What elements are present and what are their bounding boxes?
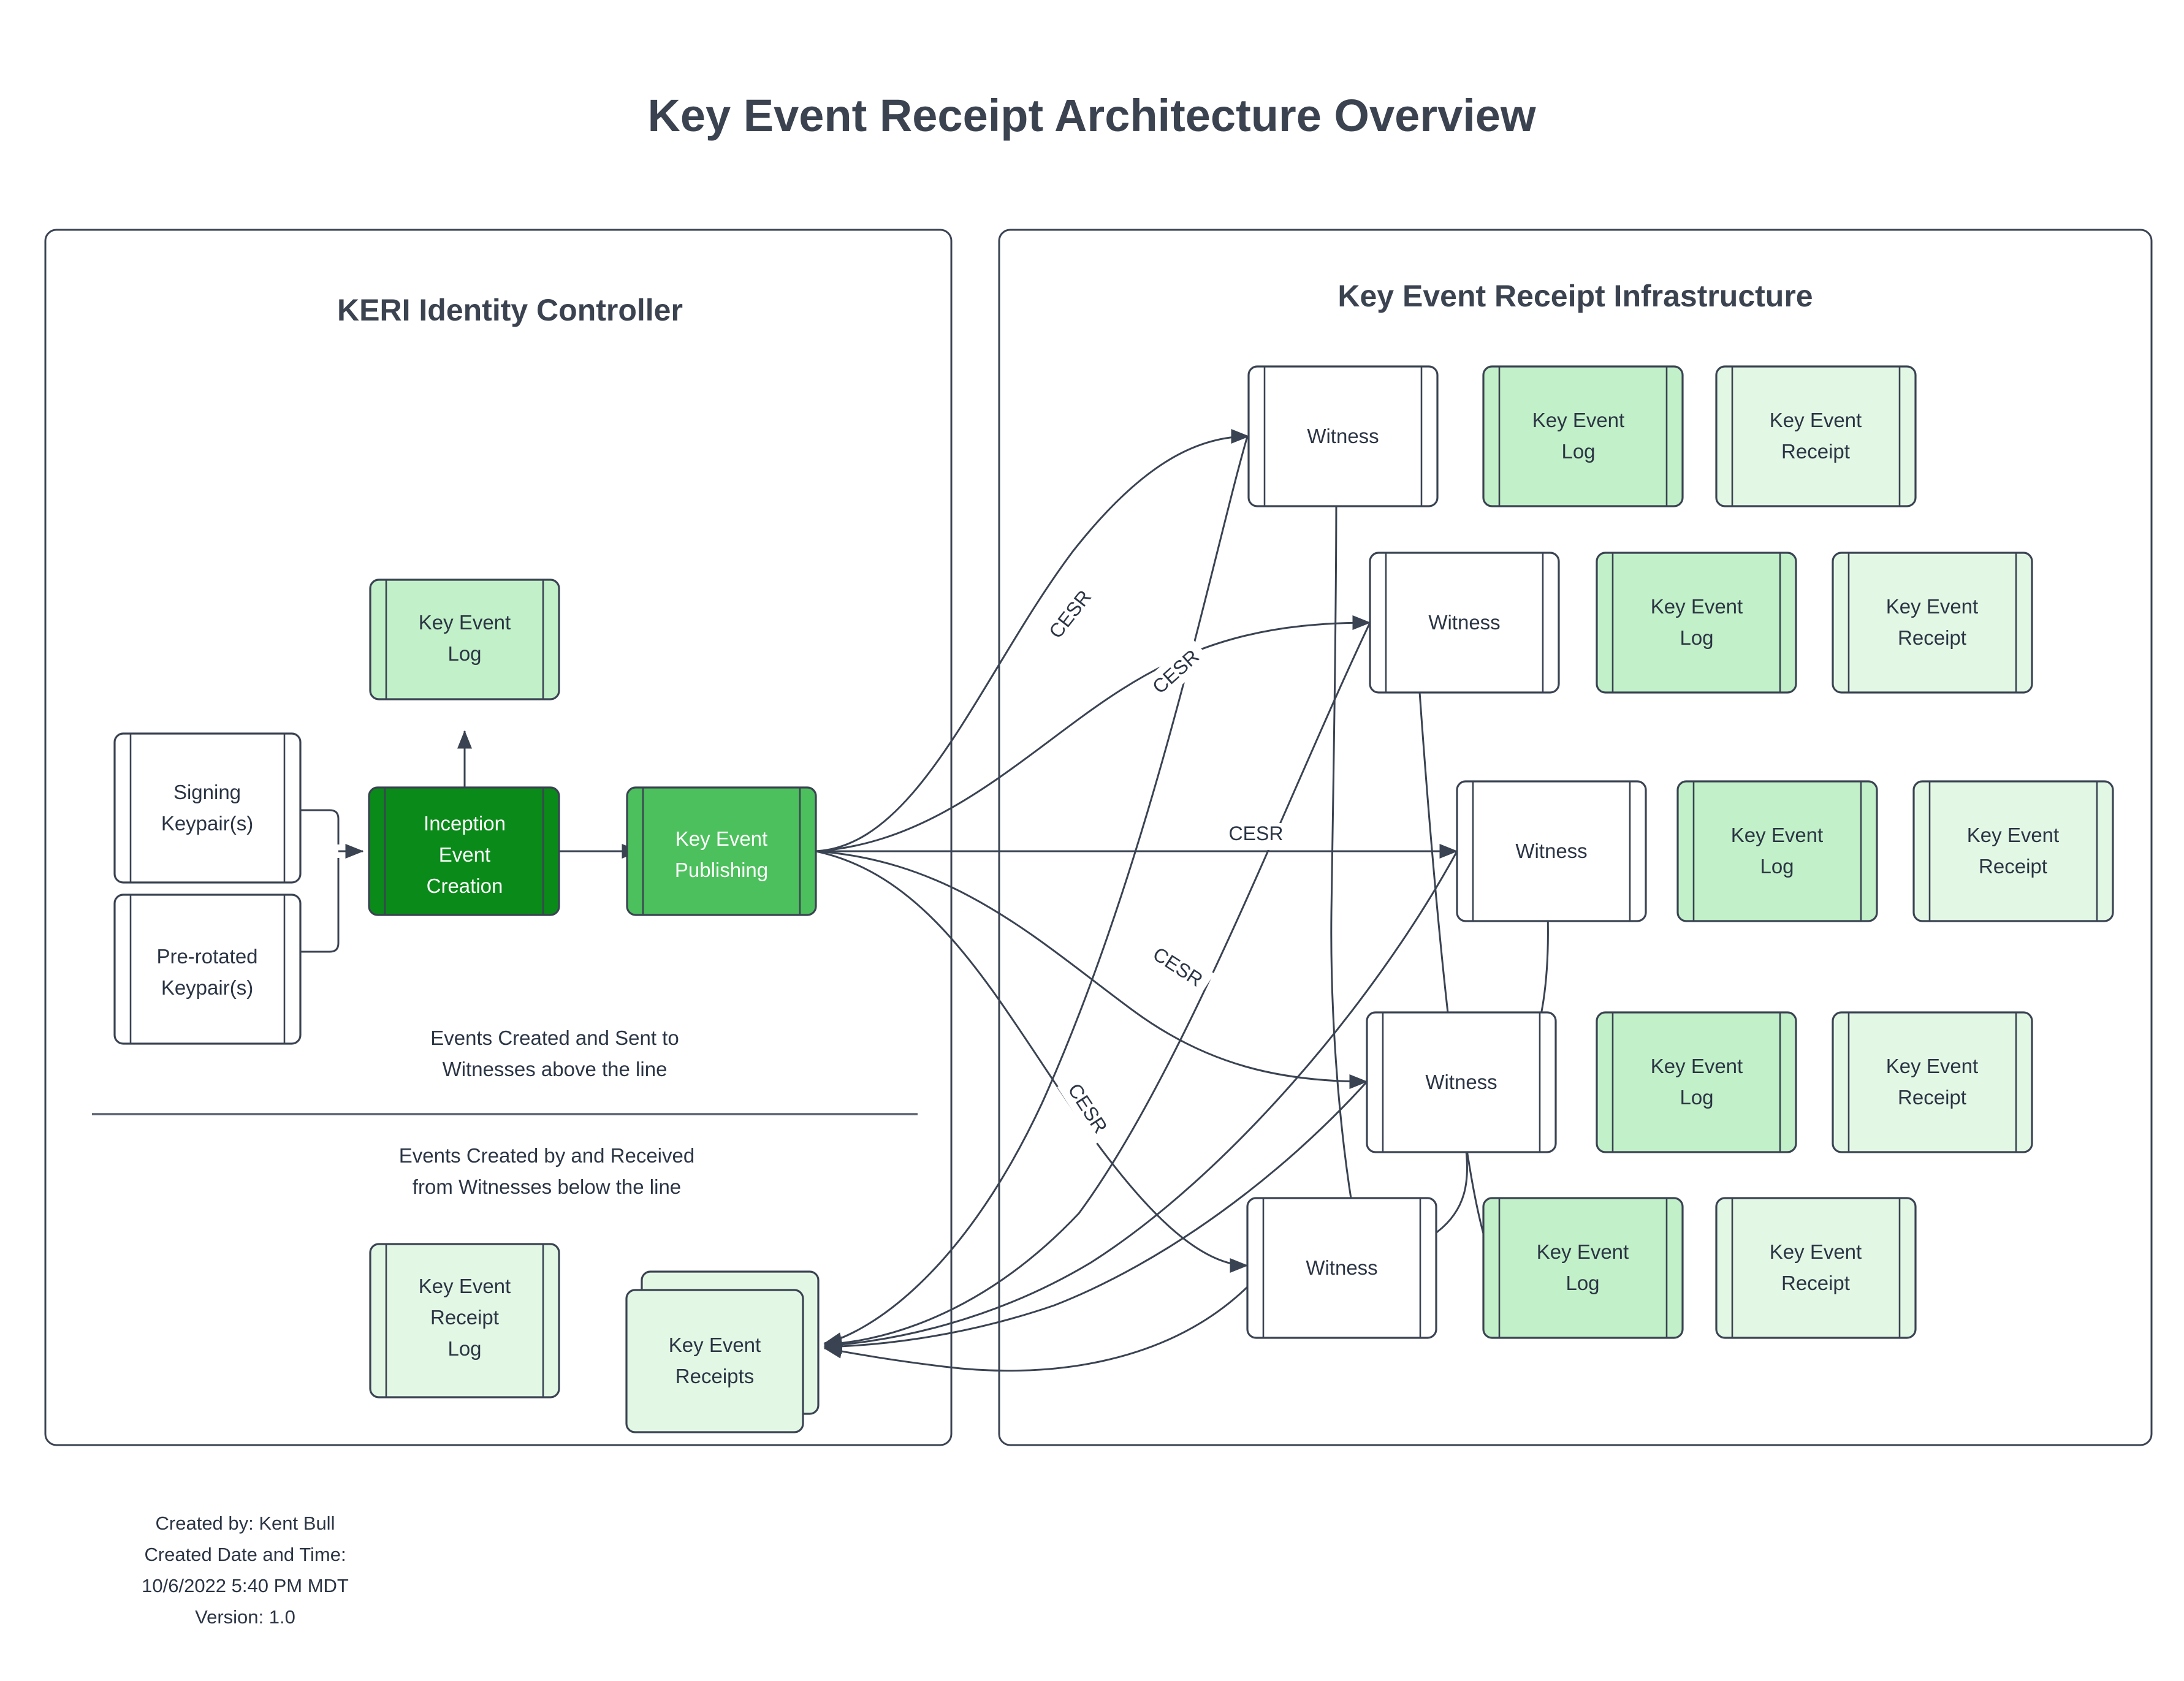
witness-row-1: Witness Key Event Log Key Event Receipt <box>1247 365 1917 507</box>
witness-row-2: Witness Key Event Log Key Event Receipt <box>1369 552 2033 694</box>
node-label-line2: Receipt <box>430 1306 499 1329</box>
node-label-witness: Witness <box>1306 1256 1377 1279</box>
node-label-line2: Receipt <box>1898 626 1966 649</box>
node-label-line2: Log <box>1566 1272 1599 1294</box>
note-above-line-1: Events Created and Sent to <box>430 1026 679 1049</box>
node-label-line1: Key Event <box>1770 1240 1862 1263</box>
note-below-line-2: from Witnesses below the line <box>413 1175 681 1198</box>
node-witness-2[interactable]: Witness <box>1369 552 1560 694</box>
node-ker-3[interactable]: Key Event Receipt <box>1912 780 2114 922</box>
node-label-line1: Signing <box>173 781 241 803</box>
footer-author: Created by: Kent Bull <box>156 1512 335 1534</box>
node-label-line2: Log <box>1680 1086 1713 1109</box>
page-title: Key Event Receipt Architecture Overview <box>647 90 1536 141</box>
node-inception-event-creation[interactable]: Inception Event Creation <box>368 786 560 916</box>
node-kel-1[interactable]: Key Event Log <box>1482 365 1684 507</box>
node-label-line1: Key Event <box>1651 1055 1743 1077</box>
node-label-line1: Key Event <box>1886 595 1978 618</box>
node-ker-4[interactable]: Key Event Receipt <box>1832 1011 2033 1153</box>
node-prerotated-keypair[interactable]: Pre-rotated Keypair(s) <box>113 894 302 1045</box>
note-above-line-2: Witnesses above the line <box>443 1058 668 1080</box>
node-label-line1: Key Event <box>1967 824 2059 846</box>
node-kel-4[interactable]: Key Event Log <box>1596 1011 1797 1153</box>
node-label-line1: Key Event <box>1651 595 1743 618</box>
witness-row-3: Witness Key Event Log Key Event Receipt <box>1456 780 2114 922</box>
node-ker-2[interactable]: Key Event Receipt <box>1832 552 2033 694</box>
node-label-line2: Log <box>1680 626 1713 649</box>
footer-created-label: Created Date and Time: <box>144 1544 346 1565</box>
node-witness-5[interactable]: Witness <box>1246 1197 1437 1339</box>
footer-version: Version: 1.0 <box>195 1606 295 1628</box>
witness-row-5: Witness Key Event Log Key Event Receipt <box>1246 1197 1917 1339</box>
node-label-witness: Witness <box>1307 425 1379 447</box>
node-label-line1: Key Event <box>669 1334 761 1356</box>
witness-row-4: Witness Key Event Log Key Event Receipt <box>1366 1011 2033 1153</box>
footer-created-datetime: 10/6/2022 5:40 PM MDT <box>142 1575 349 1596</box>
node-ker-1[interactable]: Key Event Receipt <box>1715 365 1917 507</box>
node-label-line1: Key Event <box>1532 409 1624 431</box>
panel-left-title: KERI Identity Controller <box>337 293 683 327</box>
node-ker-5[interactable]: Key Event Receipt <box>1715 1197 1917 1339</box>
note-below-line-1: Events Created by and Received <box>399 1144 694 1167</box>
node-label-line2: Keypair(s) <box>161 812 253 835</box>
node-label-line2: Receipts <box>675 1365 754 1387</box>
node-key-event-publishing[interactable]: Key Event Publishing <box>626 786 817 916</box>
node-label-line3: Log <box>447 1337 481 1360</box>
node-witness-4[interactable]: Witness <box>1366 1011 1557 1153</box>
node-label-line1: Key Event <box>1770 409 1862 431</box>
node-label-line2: Receipt <box>1979 855 2047 878</box>
node-kel-2[interactable]: Key Event Log <box>1596 552 1797 694</box>
node-key-event-log-controller[interactable]: Key Event Log <box>369 579 560 700</box>
node-label-line1: Key Event <box>1886 1055 1978 1077</box>
node-label-line1: Key Event <box>419 611 511 634</box>
node-label-line2: Log <box>1760 855 1794 878</box>
node-signing-keypair[interactable]: Signing Keypair(s) <box>113 732 302 884</box>
node-label-witness: Witness <box>1515 840 1587 862</box>
node-label-line1: Pre-rotated <box>156 945 257 968</box>
edge-label-cesr-3: CESR <box>1229 822 1284 844</box>
node-label-line2: Event <box>439 843 490 866</box>
node-label-line3: Creation <box>427 875 503 897</box>
node-label-line2: Receipt <box>1898 1086 1966 1109</box>
panel-right-title: Key Event Receipt Infrastructure <box>1337 279 1813 313</box>
node-witness-3[interactable]: Witness <box>1456 780 1647 922</box>
node-label-line2: Log <box>1561 440 1595 463</box>
architecture-diagram: Key Event Receipt Architecture Overview … <box>44 90 2153 1628</box>
node-label-line2: Publishing <box>675 859 768 881</box>
node-label-line1: Key Event <box>1731 824 1823 846</box>
node-label-line2: Log <box>447 642 481 665</box>
node-label-line2: Keypair(s) <box>161 976 253 999</box>
node-kel-5[interactable]: Key Event Log <box>1482 1197 1684 1339</box>
node-label-witness: Witness <box>1425 1071 1497 1093</box>
node-label-line1: Key Event <box>1537 1240 1629 1263</box>
node-label-line1: Inception <box>424 812 506 835</box>
node-key-event-receipt-log[interactable]: Key Event Receipt Log <box>369 1243 560 1398</box>
diagram-canvas: Key Event Receipt Architecture Overview … <box>0 0 2184 1681</box>
node-kel-3[interactable]: Key Event Log <box>1676 780 1878 922</box>
node-label-line1: Key Event <box>419 1275 511 1297</box>
node-key-event-receipts[interactable]: Key Event Receipts <box>625 1270 820 1433</box>
node-label-witness: Witness <box>1428 611 1500 634</box>
node-label-line2: Receipt <box>1781 1272 1850 1294</box>
node-label-line2: Receipt <box>1781 440 1850 463</box>
node-witness-1[interactable]: Witness <box>1247 365 1439 507</box>
node-label-line1: Key Event <box>675 827 767 850</box>
